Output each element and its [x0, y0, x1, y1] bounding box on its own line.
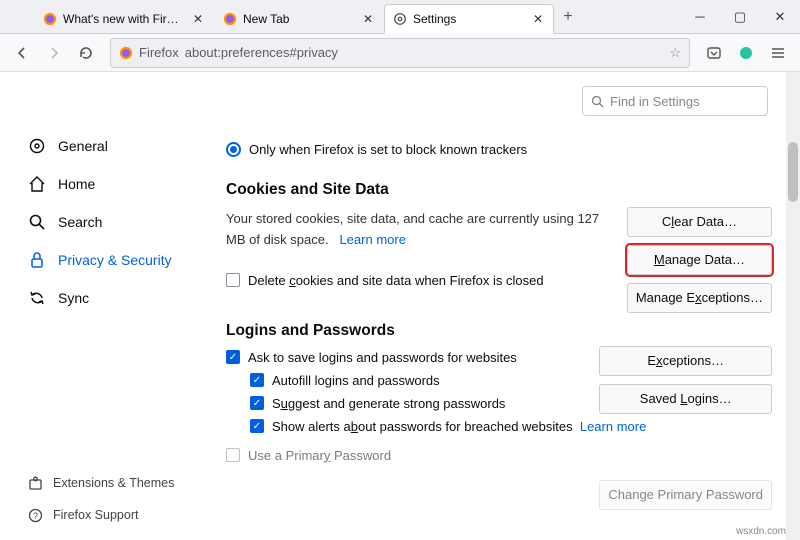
menu-button[interactable]	[764, 39, 792, 67]
gear-icon	[393, 12, 407, 26]
search-icon	[591, 95, 604, 108]
url-text: about:preferences#privacy	[185, 45, 664, 60]
svg-text:?: ?	[33, 511, 38, 521]
checkbox-checked-icon: ✓	[226, 350, 240, 364]
cookies-heading: Cookies and Site Data	[226, 181, 772, 199]
tab-label: Settings	[413, 12, 525, 26]
close-icon[interactable]: ✕	[361, 12, 375, 26]
cookies-desc: Your stored cookies, site data, and cach…	[226, 209, 606, 251]
close-icon[interactable]: ✕	[191, 12, 205, 26]
puzzle-icon	[28, 476, 43, 491]
sidebar-support[interactable]: ? Firefox Support	[18, 500, 208, 530]
tracking-option-row[interactable]: Only when Firefox is set to block known …	[226, 142, 772, 157]
sidebar-item-label: Extensions & Themes	[53, 476, 174, 490]
saved-logins-button[interactable]: Saved Logins…	[599, 384, 772, 414]
sidebar-item-label: Home	[58, 176, 95, 192]
sidebar-item-sync[interactable]: Sync	[18, 280, 208, 316]
address-bar[interactable]: Firefox about:preferences#privacy ☆	[110, 38, 690, 68]
sidebar-item-label: Sync	[58, 290, 89, 306]
tracking-option-label: Only when Firefox is set to block known …	[249, 142, 527, 157]
lock-icon	[28, 251, 46, 269]
sidebar-item-label: Firefox Support	[53, 508, 138, 522]
sidebar-item-label: Search	[58, 214, 102, 230]
gear-icon	[28, 137, 46, 155]
help-icon: ?	[28, 508, 43, 523]
find-placeholder: Find in Settings	[610, 94, 700, 109]
watermark: wsxdn.com	[736, 526, 786, 537]
manage-data-button[interactable]: Manage Data…	[627, 245, 772, 275]
change-primary-password-button[interactable]: Change Primary Password	[599, 480, 772, 510]
url-prefix: Firefox	[139, 45, 179, 60]
clear-data-button[interactable]: Clear Data…	[627, 207, 772, 237]
radio-selected-icon	[226, 142, 241, 157]
firefox-icon	[43, 12, 57, 26]
checkbox-unchecked-icon	[226, 448, 240, 462]
find-settings-input[interactable]: Find in Settings	[582, 86, 768, 116]
back-button[interactable]	[8, 39, 36, 67]
maximize-button[interactable]: ▢	[720, 0, 760, 33]
suggest-label: Suggest and generate strong passwords	[272, 396, 505, 411]
sidebar-item-label: Privacy & Security	[58, 252, 172, 268]
logins-heading: Logins and Passwords	[226, 322, 772, 340]
learn-more-link[interactable]: Learn more	[339, 232, 405, 247]
manage-exceptions-button[interactable]: Manage Exceptions…	[627, 283, 772, 313]
logins-section: Logins and Passwords ✓ Ask to save login…	[226, 322, 772, 463]
pocket-button[interactable]	[700, 39, 728, 67]
checkbox-unchecked-icon	[226, 273, 240, 287]
tab-settings[interactable]: Settings ✕	[384, 4, 554, 34]
alerts-label: Show alerts about passwords for breached…	[272, 419, 646, 434]
checkbox-checked-icon: ✓	[250, 373, 264, 387]
close-window-button[interactable]: ✕	[760, 0, 800, 33]
home-icon	[28, 175, 46, 193]
tab-newtab[interactable]: New Tab ✕	[214, 4, 384, 34]
scrollbar[interactable]	[786, 72, 800, 540]
sidebar-item-general[interactable]: General	[18, 128, 208, 164]
sidebar-item-home[interactable]: Home	[18, 166, 208, 202]
delete-cookies-label: Delete cookies and site data when Firefo…	[248, 273, 544, 288]
checkbox-checked-icon: ✓	[250, 419, 264, 433]
autofill-label: Autofill logins and passwords	[272, 373, 440, 388]
reload-button[interactable]	[72, 39, 100, 67]
sidebar-item-search[interactable]: Search	[18, 204, 208, 240]
firefox-icon	[119, 46, 133, 60]
tab-label: What's new with Firefox - Mor	[63, 12, 185, 26]
new-tab-button[interactable]: +	[554, 8, 582, 26]
cookies-section: Cookies and Site Data Your stored cookie…	[226, 181, 772, 288]
logins-exceptions-button[interactable]: Exceptions…	[599, 346, 772, 376]
tab-whatsnew[interactable]: What's new with Firefox - Mor ✕	[34, 4, 214, 34]
minimize-button[interactable]: ─	[680, 0, 720, 33]
sidebar-item-privacy[interactable]: Privacy & Security	[18, 242, 208, 278]
ask-save-label: Ask to save logins and passwords for web…	[248, 350, 517, 365]
sidebar-extensions[interactable]: Extensions & Themes	[18, 468, 208, 498]
primary-label: Use a Primary Password	[248, 448, 391, 463]
bookmark-icon[interactable]: ☆	[669, 45, 681, 61]
close-icon[interactable]: ✕	[531, 12, 545, 26]
forward-button[interactable]	[40, 39, 68, 67]
tab-label: New Tab	[243, 12, 355, 26]
sidebar-item-label: General	[58, 138, 108, 154]
extension-button[interactable]	[732, 39, 760, 67]
search-icon	[28, 213, 46, 231]
scrollbar-thumb[interactable]	[788, 142, 798, 202]
firefox-icon	[223, 12, 237, 26]
checkbox-checked-icon: ✓	[250, 396, 264, 410]
sync-icon	[28, 289, 46, 307]
